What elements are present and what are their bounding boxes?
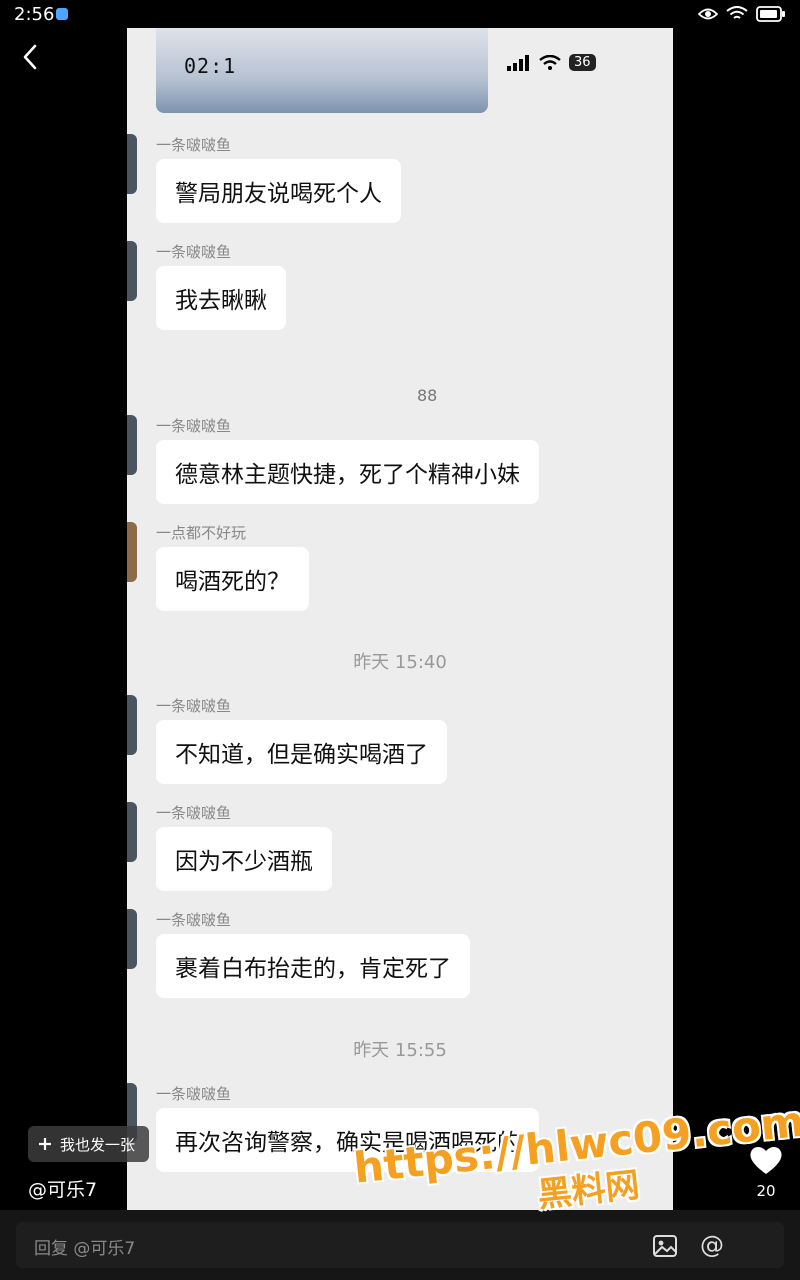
wifi-icon <box>726 6 748 19</box>
inner-status-icons: 36 <box>507 54 596 71</box>
notification-dot-icon <box>56 8 68 20</box>
blurred-number: 88 <box>417 386 438 405</box>
eye-icon <box>698 8 718 20</box>
message-bubble: 因为不少酒瓶 <box>156 827 332 891</box>
chat-screenshot-image: 02:1 36 一条啵啵鱼 警局朋友说喝死个人 一条啵啵鱼 我去瞅瞅 88 一条… <box>127 28 673 1210</box>
message-sender: 一条啵啵鱼 <box>156 417 232 435</box>
message-bubble: 德意林主题快捷，死了个精神小妹 <box>156 440 539 504</box>
message-bubble: 不知道，但是确实喝酒了 <box>156 720 447 784</box>
message-bubble: 喝酒死的？ <box>156 547 309 611</box>
post-also-button[interactable]: 我也发一张 <box>28 1126 150 1162</box>
battery-icon <box>756 6 785 22</box>
message-sender: 一条啵啵鱼 <box>156 1085 232 1103</box>
chevron-left-icon <box>23 44 37 70</box>
signal-icon <box>507 54 529 71</box>
time-divider: 昨天 15:40 <box>353 652 447 673</box>
message-bubble: 裹着白布抬走的，肯定死了 <box>156 934 470 998</box>
message-sender: 一条啵啵鱼 <box>156 804 232 822</box>
post-also-label: 我也发一张 <box>60 1135 136 1154</box>
message-sender: 一条啵啵鱼 <box>156 911 232 929</box>
time-divider: 昨天 15:55 <box>353 1040 447 1061</box>
avatar <box>127 909 137 969</box>
status-time: 2:56 <box>14 4 55 25</box>
blurred-text-area: 88 <box>127 346 673 405</box>
inner-battery-badge: 36 <box>569 54 596 71</box>
message-sender: 一条啵啵鱼 <box>156 697 232 715</box>
status-icons <box>698 6 786 22</box>
avatar <box>127 802 137 862</box>
back-button[interactable] <box>16 42 46 72</box>
top-image-time: 02:1 <box>184 54 237 78</box>
top-image-fragment: 02:1 <box>156 28 488 113</box>
message-bubble: 我去瞅瞅 <box>156 266 286 330</box>
avatar <box>127 134 137 194</box>
wifi-icon <box>539 54 561 70</box>
plus-icon <box>39 1138 51 1150</box>
message-sender: 一条啵啵鱼 <box>156 136 232 154</box>
avatar <box>127 695 137 755</box>
message-sender: 一条啵啵鱼 <box>156 243 232 261</box>
author-username[interactable]: @可乐7 <box>28 1175 97 1202</box>
avatar <box>127 415 137 475</box>
avatar <box>127 522 137 582</box>
message-bubble: 警局朋友说喝死个人 <box>156 159 401 223</box>
status-bar: 2:56 <box>0 0 800 30</box>
avatar <box>127 241 137 301</box>
message-sender: 一点都不好玩 <box>156 524 247 542</box>
reply-placeholder: 回复 @可乐7 <box>34 1239 136 1259</box>
at-mention-icon[interactable]: @ <box>700 1231 724 1259</box>
image-icon[interactable] <box>652 1234 678 1258</box>
